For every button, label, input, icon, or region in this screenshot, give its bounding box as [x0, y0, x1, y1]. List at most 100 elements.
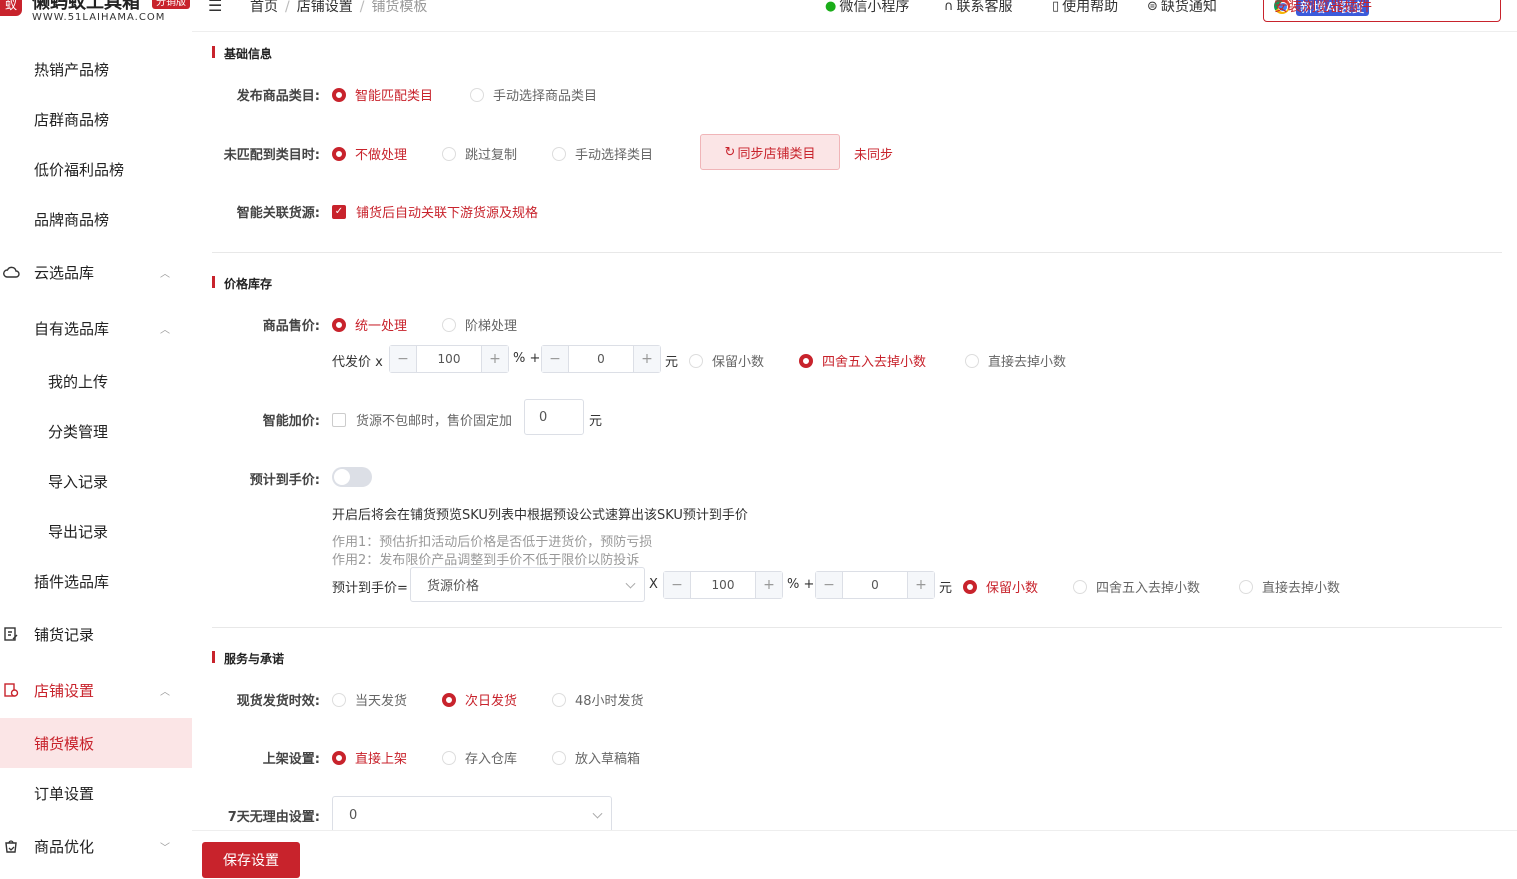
radio-warehouse[interactable]: 存入仓库 — [442, 748, 517, 767]
fixed-add-checkbox[interactable]: 货源不包邮时，售价固定加 — [332, 410, 512, 429]
minus-icon[interactable]: − — [390, 346, 417, 372]
radio-dot — [442, 317, 456, 332]
auto-link-source-checkbox[interactable]: ✓ 铺货后自动关联下游货源及规格 — [332, 202, 538, 221]
plus-icon[interactable]: + — [481, 346, 508, 372]
radio-label: 智能匹配类目 — [355, 89, 434, 104]
radio-skip-copy[interactable]: 跳过复制 — [442, 144, 517, 163]
radio-smart-category[interactable]: 智能匹配类目 — [332, 85, 433, 104]
percent-sign: % + — [787, 577, 815, 592]
brand-logo[interactable]: 蚁 懒蚂蚁工具箱 分销版 WWW.51LAIHAMA.COM — [0, 0, 192, 26]
percent-value[interactable]: 100 — [691, 572, 755, 598]
radio-manual-category[interactable]: 手动选择商品类目 — [470, 85, 597, 104]
plus-value[interactable]: 0 — [569, 346, 633, 372]
fixed-add-input[interactable]: 0 — [524, 399, 584, 435]
sidebar-item-listing-records[interactable]: 铺货记录 — [0, 609, 192, 659]
radio-unified[interactable]: 统一处理 — [332, 315, 407, 334]
radio-same-day[interactable]: 当天发货 — [332, 690, 407, 709]
radio-label: 不做处理 — [355, 148, 408, 163]
percent-stepper[interactable]: − 100 + — [389, 345, 509, 373]
radio-dot — [442, 750, 456, 765]
stockout-label: 缺货通知 — [1160, 0, 1217, 15]
chevron-up-icon: ︿ — [160, 268, 170, 280]
expected-percent-stepper[interactable]: − 100 + — [663, 571, 783, 599]
stockout-link[interactable]: ⊜ 缺货通知 — [1147, 0, 1217, 16]
unit-yuan: 元 — [939, 581, 953, 596]
chevron-down-icon — [592, 808, 603, 819]
help-link[interactable]: ▯ 使用帮助 — [1052, 0, 1118, 16]
radio-dot — [552, 146, 566, 161]
save-button[interactable]: 保存设置 — [202, 842, 300, 878]
plus-icon[interactable]: + — [907, 572, 934, 598]
product-bag-icon — [2, 837, 20, 855]
radio-list-direct[interactable]: 直接上架 — [332, 748, 407, 767]
return-policy-select[interactable]: 0 — [332, 796, 612, 834]
sidebar-item-my-uploads[interactable]: 我的上传 — [0, 356, 192, 406]
radio-truncate-decimal[interactable]: 直接去掉小数 — [965, 351, 1066, 370]
brand-url: WWW.51LAIHAMA.COM — [32, 12, 166, 23]
help-label: 使用帮助 — [1062, 0, 1119, 15]
delivery-label: 现货发货时效: — [236, 694, 320, 709]
radio-dot — [799, 353, 813, 368]
expected-price-toggle[interactable] — [332, 467, 372, 487]
unit-yuan: 元 — [589, 414, 603, 429]
radio-48-hours[interactable]: 48小时发货 — [552, 690, 644, 709]
radio-expected-keep-decimal[interactable]: 保留小数 — [963, 577, 1038, 596]
plus-icon[interactable]: + — [755, 572, 782, 598]
breadcrumb-home[interactable]: 首页 — [250, 0, 278, 15]
sync-status: 未同步 — [854, 148, 894, 163]
radio-manual-select[interactable]: 手动选择类目 — [552, 144, 653, 163]
plus-stepper[interactable]: − 0 + — [541, 345, 661, 373]
sidebar-item-cloud-library[interactable]: 云选品库 ︿ — [0, 247, 192, 297]
breadcrumb-store-settings[interactable]: 店铺设置 — [297, 0, 353, 15]
radio-draft[interactable]: 放入草稿箱 — [552, 748, 640, 767]
sidebar-item-product-optimize[interactable]: 商品优化 ﹀ — [0, 821, 192, 871]
menu-toggle-icon[interactable]: ☰ — [208, 0, 222, 15]
divider — [212, 252, 1502, 253]
minus-icon[interactable]: − — [542, 346, 569, 372]
footer-bar: 保存设置 — [192, 830, 1517, 879]
sidebar-item-export-records[interactable]: 导出记录 — [0, 506, 192, 556]
price-base-select[interactable]: 货源价格 — [410, 567, 645, 602]
radio-dot — [1073, 579, 1087, 594]
radio-round-decimal[interactable]: 四舍五入去掉小数 — [799, 351, 926, 370]
radio-label: 直接去掉小数 — [1262, 581, 1341, 596]
radio-no-action[interactable]: 不做处理 — [332, 144, 407, 163]
radio-label: 存入仓库 — [465, 752, 518, 767]
sync-category-label: 同步店铺类目 — [737, 146, 816, 162]
radio-dot — [332, 87, 346, 102]
radio-label: 四舍五入去掉小数 — [822, 355, 927, 370]
minus-icon[interactable]: − — [816, 572, 843, 598]
cloud-icon — [2, 263, 20, 281]
radio-tiered[interactable]: 阶梯处理 — [442, 315, 517, 334]
plus-value[interactable]: 0 — [843, 572, 907, 598]
smart-add-label: 智能加价: — [262, 414, 320, 429]
radio-dot — [552, 750, 566, 765]
breadcrumb-separator: / — [285, 0, 290, 15]
source-label: 智能关联货源: — [236, 206, 320, 221]
support-label: 联系客服 — [956, 0, 1013, 15]
expected-plus-stepper[interactable]: − 0 + — [815, 571, 935, 599]
radio-next-day[interactable]: 次日发货 — [442, 690, 517, 709]
plus-icon[interactable]: + — [633, 346, 660, 372]
radio-label: 直接上架 — [355, 752, 408, 767]
radio-dot — [470, 87, 484, 102]
sidebar-item-plugin-library[interactable]: 插件选品库 — [0, 556, 192, 606]
sidebar-item-label: 商品优化 — [34, 837, 95, 856]
minus-icon[interactable]: − — [664, 572, 691, 598]
percent-value[interactable]: 100 — [417, 346, 481, 372]
install-plugin-button[interactable]: 安装浏览器插件 新增AI裂变 — [1263, 0, 1501, 22]
radio-expected-round[interactable]: 四舍五入去掉小数 — [1073, 577, 1200, 596]
radio-dot — [689, 353, 703, 368]
radio-dot — [442, 692, 456, 707]
radio-expected-truncate[interactable]: 直接去掉小数 — [1239, 577, 1340, 596]
sync-category-button[interactable]: ↻ 同步店铺类目 — [700, 134, 840, 170]
expected-desc: 开启后将会在铺货预览SKU列表中根据预设公式速算出该SKU预计到手价 — [332, 508, 748, 523]
support-link[interactable]: ∩ 联系客服 — [944, 0, 1013, 16]
section-title-service: 服务与承诺 — [212, 650, 284, 667]
ant-logo-icon: 蚁 — [0, 0, 22, 16]
miniprogram-link[interactable]: ● 微信小程序 — [825, 0, 909, 16]
radio-dot — [1239, 579, 1253, 594]
unmatched-label: 未匹配到类目时: — [223, 148, 320, 163]
radio-keep-decimal[interactable]: 保留小数 — [689, 351, 764, 370]
radio-label: 次日发货 — [465, 694, 518, 709]
